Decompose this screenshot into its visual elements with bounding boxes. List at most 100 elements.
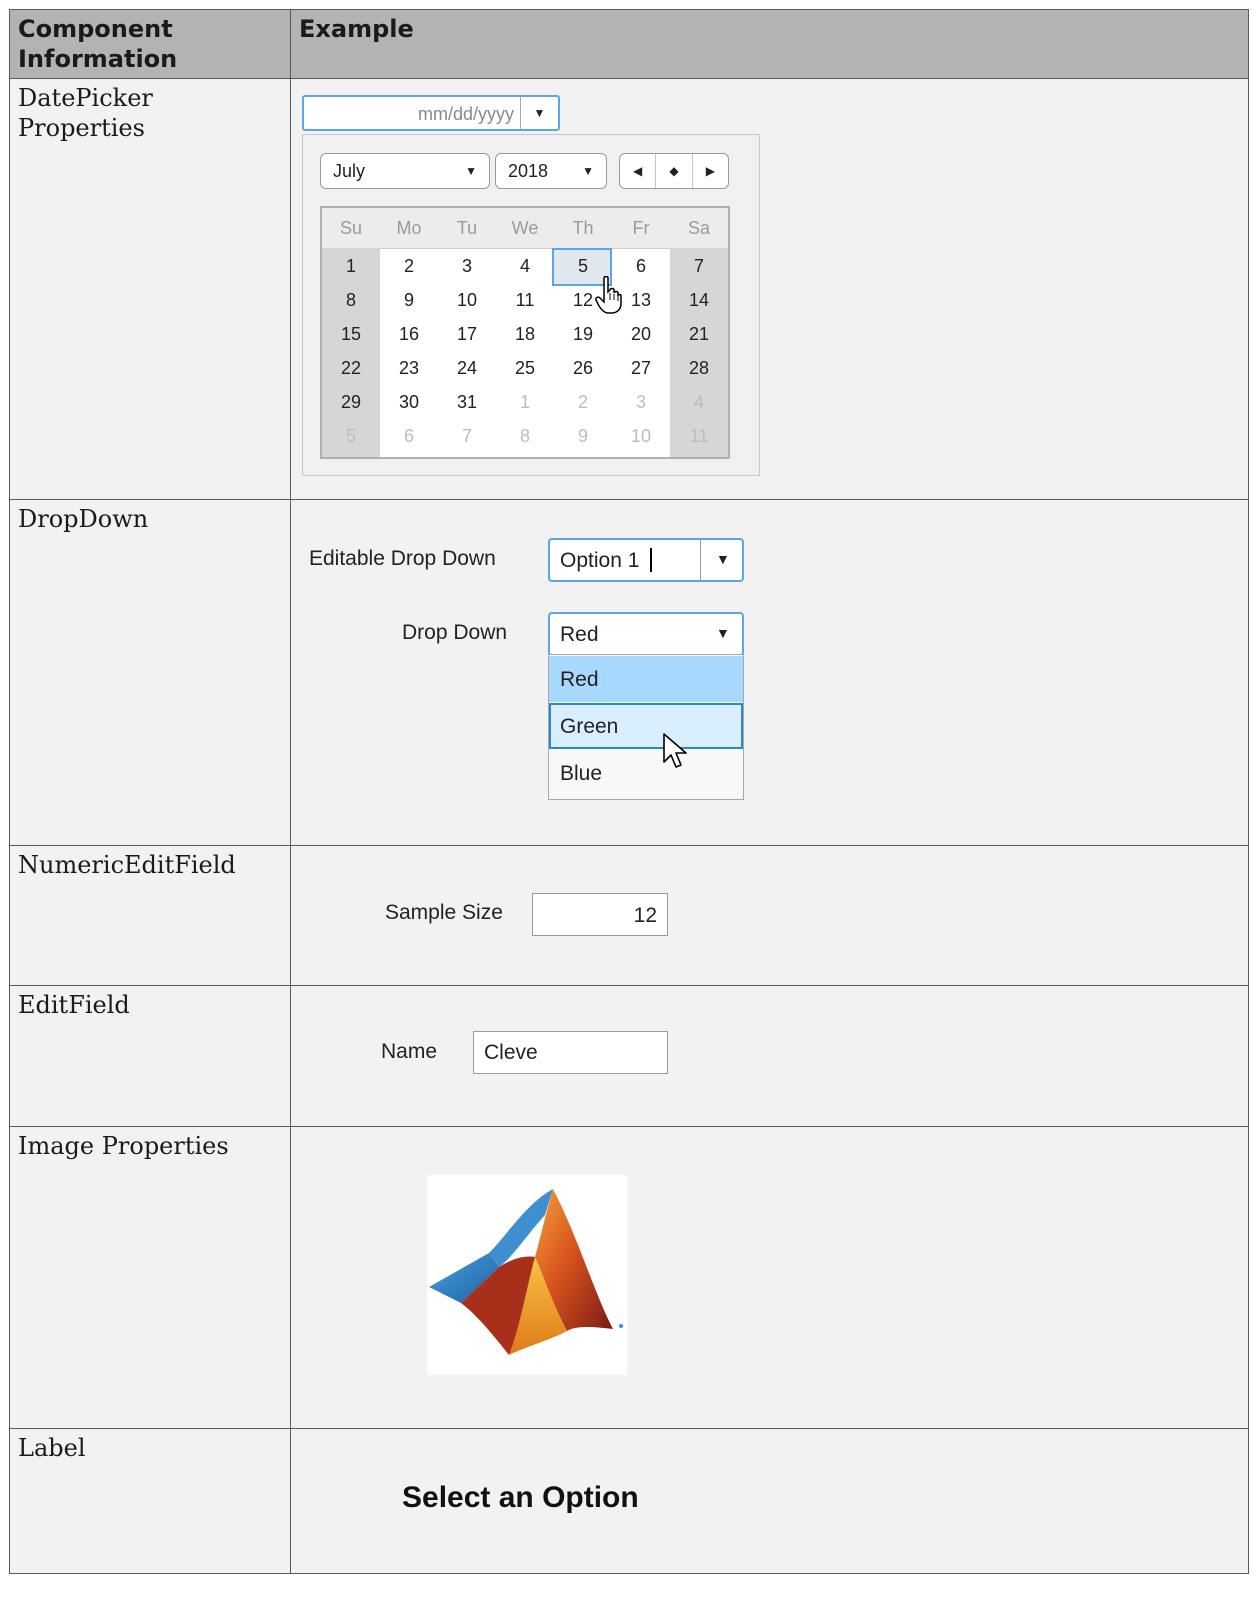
name-value: Cleve xyxy=(484,1041,538,1064)
calendar-day[interactable]: 11 xyxy=(670,426,728,447)
editfield-example: Name Cleve xyxy=(290,985,1249,1127)
calendar-day[interactable]: 25 xyxy=(496,358,554,379)
calendar-day[interactable]: 4 xyxy=(670,392,728,413)
calendar-day[interactable]: 19 xyxy=(554,324,612,345)
row-name-image: Image Properties xyxy=(9,1126,291,1429)
month-value: July xyxy=(333,161,366,181)
calendar-day[interactable]: 16 xyxy=(380,324,438,345)
sample-size-field[interactable]: 12 xyxy=(532,893,668,936)
header-component-information: Component Information xyxy=(9,9,291,79)
calendar-day[interactable]: 11 xyxy=(496,290,554,311)
row-name-label: Label xyxy=(9,1428,291,1574)
weekday-label: Mo xyxy=(396,218,422,238)
header-example: Example xyxy=(290,9,1249,79)
divider xyxy=(700,540,701,580)
calendar-dropdown-button[interactable]: ▼ xyxy=(520,97,558,129)
datepicker-example: mm/dd/yyyy ▼ July ▼ 2018 ▼ ◀ ◆ ▶ Su Mo T… xyxy=(290,78,1249,500)
date-placeholder: mm/dd/yyyy xyxy=(417,104,514,124)
table-row: Label Select an Option xyxy=(9,1428,1249,1574)
calendar-day[interactable]: 7 xyxy=(670,256,728,277)
calendar-day[interactable]: 23 xyxy=(380,358,438,379)
calendar-day[interactable]: 2 xyxy=(554,392,612,413)
editable-dropdown-label: Editable Drop Down xyxy=(309,547,496,570)
dropdown-label: Drop Down xyxy=(402,621,508,644)
previous-month-icon[interactable]: ◀ xyxy=(620,154,657,188)
calendar-day[interactable]: 18 xyxy=(496,324,554,345)
membrane-logo-icon xyxy=(427,1175,627,1375)
calendar-day[interactable]: 7 xyxy=(438,426,496,447)
calendar-day[interactable]: 31 xyxy=(438,392,496,413)
dropdown-option[interactable]: Red xyxy=(549,656,743,702)
calendar-day[interactable]: 4 xyxy=(496,256,554,277)
calendar-day[interactable]: 8 xyxy=(496,426,554,447)
row-name-numeric: NumericEditField xyxy=(9,845,291,986)
calendar-day[interactable]: 30 xyxy=(380,392,438,413)
calendar-day[interactable]: 20 xyxy=(612,324,670,345)
dropdown[interactable]: Red ▼ xyxy=(548,612,744,656)
calendar-day[interactable]: 5 xyxy=(322,426,380,447)
dropdown-option[interactable]: Blue xyxy=(549,750,743,796)
dropdown-value: Red xyxy=(560,623,599,646)
calendar-day[interactable]: 24 xyxy=(438,358,496,379)
calendar-day[interactable]: 1 xyxy=(496,392,554,413)
table-row: EditField Name Cleve xyxy=(9,985,1249,1127)
sample-size-label: Sample Size xyxy=(385,901,503,924)
month-select[interactable]: July ▼ xyxy=(320,153,490,189)
chevron-down-icon: ▼ xyxy=(533,106,546,120)
year-value: 2018 xyxy=(508,161,549,181)
month-navigation: ◀ ◆ ▶ xyxy=(619,153,729,189)
image-example xyxy=(290,1126,1249,1429)
calendar-grid: Su Mo Tu We Th Fr Sa 1 2 3 4 5 6 7 8 9 10 11 12 13 14 15 16 17 1… xyxy=(320,206,730,459)
chevron-down-icon: ▼ xyxy=(582,164,594,178)
table-row: NumericEditField Sample Size 12 xyxy=(9,845,1249,986)
table-row: Image Properties xyxy=(9,1126,1249,1429)
calendar-day[interactable]: 17 xyxy=(438,324,496,345)
arrow-cursor-icon xyxy=(663,733,687,768)
editable-dropdown[interactable]: Option 1 ▼ xyxy=(548,538,744,582)
weekday-label: Tu xyxy=(456,218,478,238)
name-field[interactable]: Cleve xyxy=(473,1031,668,1074)
calendar-day[interactable]: 9 xyxy=(554,426,612,447)
calendar-day[interactable]: 26 xyxy=(554,358,612,379)
year-select[interactable]: 2018 ▼ xyxy=(495,153,607,189)
chevron-down-icon[interactable]: ▼ xyxy=(716,625,730,641)
row-name-editfield: EditField xyxy=(9,985,291,1127)
calendar-day[interactable]: 3 xyxy=(438,256,496,277)
calendar-day[interactable]: 28 xyxy=(670,358,728,379)
calendar-day[interactable]: 5 xyxy=(554,256,612,277)
calendar-day[interactable]: 3 xyxy=(612,392,670,413)
name-label: Name xyxy=(381,1040,438,1063)
dropdown-menu: Red Green Blue xyxy=(548,654,744,800)
calendar-day[interactable]: 29 xyxy=(322,392,380,413)
calendar-day[interactable]: 10 xyxy=(612,426,670,447)
row-name-datepicker: DatePicker Properties xyxy=(9,78,291,500)
table-row: DropDown Editable Drop Down Option 1 ▼ D… xyxy=(9,499,1249,846)
numeric-example: Sample Size 12 xyxy=(290,845,1249,986)
calendar-day[interactable]: 8 xyxy=(322,290,380,311)
select-option-label: Select an Option xyxy=(402,1481,639,1514)
calendar-day[interactable]: 2 xyxy=(380,256,438,277)
calendar-day[interactable]: 9 xyxy=(380,290,438,311)
calendar-day[interactable]: 14 xyxy=(670,290,728,311)
component-table: Component Information Example DatePicker… xyxy=(9,9,1249,1574)
calendar-day[interactable]: 6 xyxy=(612,256,670,277)
sample-size-value: 12 xyxy=(633,904,657,927)
calendar-day[interactable]: 10 xyxy=(438,290,496,311)
next-month-icon[interactable]: ▶ xyxy=(693,154,728,188)
calendar-day[interactable]: 27 xyxy=(612,358,670,379)
date-input[interactable]: mm/dd/yyyy ▼ xyxy=(302,95,560,131)
weekday-label: Th xyxy=(572,218,594,238)
chevron-down-icon[interactable]: ▼ xyxy=(716,551,730,567)
calendar-day[interactable]: 21 xyxy=(670,324,728,345)
calendar-day[interactable]: 1 xyxy=(322,256,380,277)
dropdown-option[interactable]: Green xyxy=(549,703,743,749)
calendar-day[interactable]: 15 xyxy=(322,324,380,345)
row-name-dropdown: DropDown xyxy=(9,499,291,846)
calendar-popup: July ▼ 2018 ▼ ◀ ◆ ▶ Su Mo Tu We Th Fr Sa… xyxy=(302,134,760,476)
today-icon[interactable]: ◆ xyxy=(656,154,693,188)
table-row: DatePicker Properties mm/dd/yyyy ▼ July … xyxy=(9,78,1249,500)
calendar-day[interactable]: 22 xyxy=(322,358,380,379)
weekday-label: Fr xyxy=(632,218,650,238)
weekday-label: Su xyxy=(339,218,363,238)
calendar-day[interactable]: 6 xyxy=(380,426,438,447)
